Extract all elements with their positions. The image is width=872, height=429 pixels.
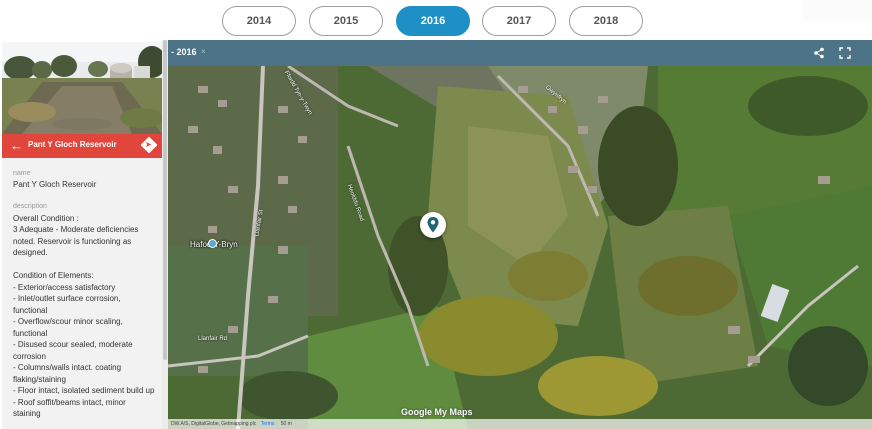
name-label: name [13, 170, 31, 177]
street-label: Llanfair Rd [198, 336, 228, 342]
name-value: Pant Y Gloch Reservoir [13, 180, 97, 189]
year-tab-bar: 2014 2015 2016 2017 2018 [0, 0, 872, 40]
map-attribution: DW.A/S, DigitalGlobe, Getmapping plc Ter… [168, 419, 872, 429]
description-line: - Inlet/outlet surface corrosion, [13, 294, 121, 303]
share-icon[interactable] [813, 46, 825, 64]
description-line: flaking/staining [13, 374, 66, 384]
feature-sidebar: ← Pant Y Gloch Reservoir ➤ name Pant Y G… [0, 40, 168, 429]
satellite-imagery[interactable] [168, 66, 872, 429]
arrow-left-icon[interactable]: ← [10, 138, 23, 153]
corner-panel [802, 0, 872, 22]
description-line [13, 259, 162, 271]
attribution-text: DW.A/S, DigitalGlobe, Getmapping plc [171, 421, 257, 427]
map-title: - 2016 [171, 47, 197, 57]
tab-2017[interactable]: 2017 [482, 6, 556, 36]
description-line: functional [13, 305, 48, 315]
description-line: - Roof soffit/beams intact, minor [13, 397, 126, 407]
description-value: Overall Condition : 3 Adequate - Moderat… [13, 213, 162, 420]
description-line: functional [13, 328, 48, 338]
place-pin-icon[interactable] [208, 239, 217, 248]
feature-details: name Pant Y Gloch Reservoir description … [2, 158, 162, 429]
map-title-bar: - 2016 × [168, 40, 872, 66]
tab-2016[interactable]: 2016 [396, 6, 470, 36]
description-line: Condition of Elements: [13, 271, 94, 280]
description-line: noted. Reservoir is functioning as [13, 236, 132, 246]
description-line: - Columns/walls intact. coating [13, 363, 122, 372]
description-line: 3 Adequate - Moderate deficiencies [13, 225, 139, 234]
reservoir-photo [2, 42, 162, 134]
description-line: staining [13, 409, 41, 418]
description-line: - Overflow/scour minor scaling, [13, 317, 123, 326]
description-line: - Floor intact, isolated sediment build … [13, 386, 155, 395]
description-line: - Exterior/access satisfactory [13, 282, 116, 292]
google-my-maps-logo: Google My Maps [401, 407, 473, 417]
map-pin-icon[interactable] [420, 212, 446, 238]
description-line: corrosion [13, 351, 46, 361]
map-panel[interactable]: - 2016 × Ffordd Tyn-y-Twyn Heolddu Road … [168, 40, 872, 429]
tab-2014[interactable]: 2014 [222, 6, 296, 36]
feature-header: ← Pant Y Gloch Reservoir ➤ [2, 134, 162, 158]
directions-icon[interactable]: ➤ [140, 136, 158, 154]
close-icon[interactable]: × [201, 47, 206, 56]
scrollbar-thumb[interactable] [163, 40, 167, 360]
tab-2015[interactable]: 2015 [309, 6, 383, 36]
terms-link[interactable]: Terms [261, 421, 275, 427]
fullscreen-icon[interactable] [839, 46, 851, 64]
tab-2018[interactable]: 2018 [569, 6, 643, 36]
description-line: - Disused scour sealed, moderate [13, 340, 133, 349]
feature-title: Pant Y Gloch Reservoir [28, 140, 117, 149]
description-label: description [13, 202, 47, 210]
description-line: designed. [13, 248, 48, 257]
scale-label: 50 m [280, 421, 292, 427]
description-line: Overall Condition : [13, 213, 79, 223]
